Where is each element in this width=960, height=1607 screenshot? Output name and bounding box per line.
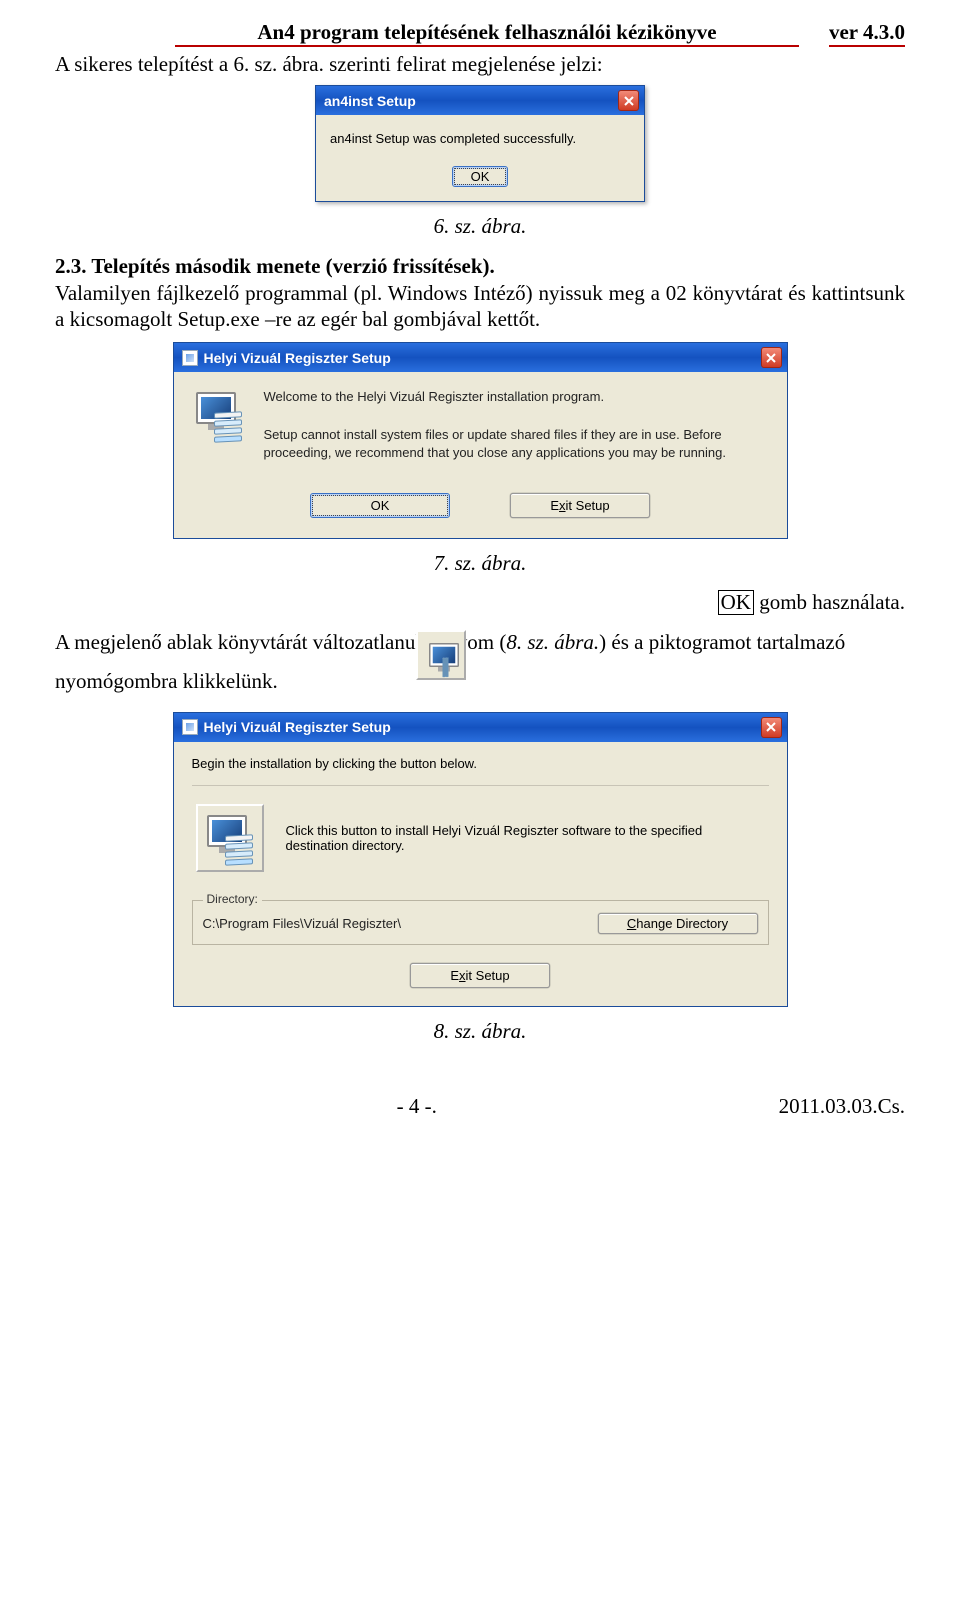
dialog-an4inst-setup: an4inst Setup an4inst Setup was complete… xyxy=(315,85,645,202)
close-icon[interactable] xyxy=(761,717,782,738)
change-directory-button[interactable]: Change Directory xyxy=(598,913,758,934)
click-sentence: nyomógombra klikkelünk. xyxy=(55,669,278,694)
warning-text: Setup cannot install system files or upd… xyxy=(264,426,769,462)
dialog-title: Helyi Vizuál Regiszter Setup xyxy=(204,719,391,735)
install-button[interactable] xyxy=(196,804,264,872)
ok-usage-line: OK gomb használata. xyxy=(55,590,905,615)
figure-7-caption: 7. sz. ábra. xyxy=(55,551,905,576)
exit-setup-button[interactable]: Exit Setup xyxy=(510,493,650,518)
figure-6: an4inst Setup an4inst Setup was complete… xyxy=(55,85,905,202)
figure-6-caption: 6. sz. ábra. xyxy=(55,214,905,239)
directory-label: Directory: xyxy=(203,892,262,906)
exit-setup-button[interactable]: Exit Setup xyxy=(410,963,550,988)
figure-8: Helyi Vizuál Regiszter Setup Begin the i… xyxy=(55,712,905,1007)
doc-title: An4 program telepítésének felhasználói k… xyxy=(175,20,799,47)
section-2-3-heading: 2.3. Telepítés második menete (verzió fr… xyxy=(55,253,905,279)
begin-text: Begin the installation by clicking the b… xyxy=(192,756,769,771)
dialog-hvr-setup-welcome: Helyi Vizuál Regiszter Setup Welcome to … xyxy=(173,342,788,539)
figure-8-caption: 8. sz. ábra. xyxy=(55,1019,905,1044)
dialog-title: Helyi Vizuál Regiszter Setup xyxy=(204,350,391,366)
close-icon[interactable] xyxy=(761,347,782,368)
inline-pictogram-row: nyomógombra klikkelünk. xyxy=(55,669,905,694)
ok-button[interactable]: OK xyxy=(452,166,509,187)
page-footer: - 4 -. 2011.03.03.Cs. xyxy=(55,1094,905,1119)
installer-icon xyxy=(182,719,198,735)
page-number: - 4 -. xyxy=(397,1094,437,1119)
directory-group: Directory: C:\Program Files\Vizuál Regis… xyxy=(192,900,769,945)
titlebar: Helyi Vizuál Regiszter Setup xyxy=(174,343,787,372)
doc-version: ver 4.3.0 xyxy=(829,20,905,47)
dialog-message: an4inst Setup was completed successfully… xyxy=(330,131,634,146)
computer-disks-icon xyxy=(192,388,246,442)
welcome-text: Welcome to the Helyi Vizuál Regiszter in… xyxy=(264,388,769,406)
titlebar: Helyi Vizuál Regiszter Setup xyxy=(174,713,787,742)
ok-boxed-label: OK xyxy=(718,590,754,615)
ok-button[interactable]: OK xyxy=(310,493,450,518)
document-page: An4 program telepítésének felhasználói k… xyxy=(0,0,960,1149)
figure-7: Helyi Vizuál Regiszter Setup Welcome to … xyxy=(55,342,905,539)
pictogram-sentence: A megjelenő ablak könyvtárát változatlan… xyxy=(55,629,905,655)
page-header: An4 program telepítésének felhasználói k… xyxy=(55,20,905,47)
directory-path: C:\Program Files\Vizuál Regiszter\ xyxy=(203,916,578,931)
footer-date: 2011.03.03.Cs. xyxy=(779,1094,905,1119)
section-2-3-paragraph: Valamilyen fájlkezelő programmal (pl. Wi… xyxy=(55,280,905,333)
install-pictogram-button[interactable] xyxy=(416,630,466,680)
install-description: Click this button to install Helyi Vizuá… xyxy=(286,823,765,853)
installer-icon xyxy=(182,350,198,366)
titlebar: an4inst Setup xyxy=(316,86,644,115)
paragraph-intro: A sikeres telepítést a 6. sz. ábra. szer… xyxy=(55,51,905,77)
close-icon[interactable] xyxy=(618,90,639,111)
dialog-title: an4inst Setup xyxy=(324,93,416,109)
dialog-hvr-setup-install: Helyi Vizuál Regiszter Setup Begin the i… xyxy=(173,712,788,1007)
